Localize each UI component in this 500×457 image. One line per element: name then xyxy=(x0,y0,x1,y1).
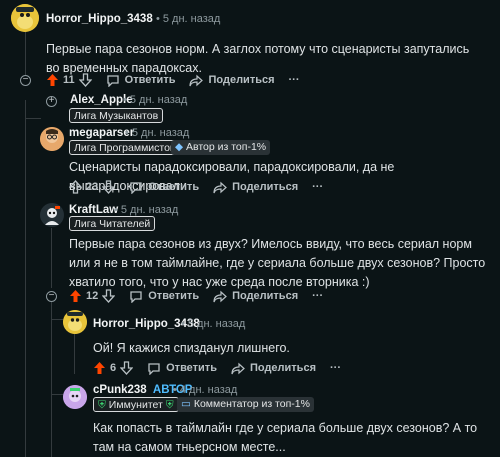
share-label: Поделиться xyxy=(232,181,299,193)
badge-label: Автор из топ-1% xyxy=(186,141,267,153)
share-label: Поделиться xyxy=(208,74,275,86)
avatar[interactable] xyxy=(40,127,64,151)
comment-actions: 6 Ответить Поделиться ··· xyxy=(93,359,355,377)
username-text: cPunk238 xyxy=(93,384,147,396)
reply-label: Ответить xyxy=(166,362,217,374)
time-text: 5 дн. назад xyxy=(187,318,246,330)
upvote-button[interactable]: 6 xyxy=(93,361,134,375)
timestamp: • 5 дн. назад xyxy=(125,127,190,139)
thread-line xyxy=(51,228,52,288)
reply-button[interactable]: Ответить xyxy=(129,181,199,194)
share-label: Поделиться xyxy=(249,362,316,374)
avatar[interactable] xyxy=(63,310,87,334)
upvote-icon xyxy=(94,362,105,374)
comment-icon xyxy=(130,290,142,303)
downvote-icon[interactable] xyxy=(102,289,116,303)
badge-label: Комментатор из топ-1% xyxy=(193,398,310,410)
more-icon: ··· xyxy=(330,362,341,374)
comment-badge-icon: ▭ xyxy=(181,398,191,410)
share-icon xyxy=(213,181,227,193)
timestamp: • 4 дн. назад xyxy=(173,384,238,396)
thread-line xyxy=(25,100,26,457)
avatar[interactable] xyxy=(40,203,64,227)
top-author-badge: ◆ Автор из топ-1% xyxy=(171,140,271,155)
vote-count: 12 xyxy=(86,290,99,302)
time-text: 5 дн. назад xyxy=(131,127,190,139)
thread-line xyxy=(51,300,52,457)
downvote-icon[interactable] xyxy=(102,180,116,194)
upvote-button[interactable]: 12 xyxy=(69,289,116,303)
share-button[interactable]: Поделиться xyxy=(231,362,316,375)
upvote-button[interactable]: 23 xyxy=(69,180,116,194)
more-options-button[interactable]: ··· xyxy=(330,362,341,374)
user-flair: Лига Программистов xyxy=(69,140,181,155)
upvote-icon xyxy=(70,290,81,302)
username[interactable]: Horror_Hippo_3438 xyxy=(46,13,153,25)
comment-body: Как попасть в таймлайн где у сериала бол… xyxy=(93,421,478,454)
thread-connector xyxy=(25,118,41,119)
expand-icon[interactable]: + xyxy=(46,96,57,107)
user-flair: Лига Читателей xyxy=(69,216,156,231)
share-icon xyxy=(213,290,227,302)
more-icon: ··· xyxy=(288,74,300,86)
reply-label: Ответить xyxy=(124,74,176,86)
share-button[interactable]: Поделиться xyxy=(189,74,275,87)
time-text: 4 дн. назад xyxy=(179,384,238,396)
vote-count: 23 xyxy=(86,181,99,193)
diamond-icon: ◆ xyxy=(175,141,184,153)
vote-count: 11 xyxy=(63,74,75,86)
share-label: Поделиться xyxy=(232,290,299,302)
thread-line xyxy=(74,334,75,374)
comment-actions: 11 Ответить Поделиться ··· xyxy=(46,71,314,89)
more-options-button[interactable]: ··· xyxy=(312,181,323,193)
time-text: 5 дн. назад xyxy=(162,13,221,25)
thread-connector xyxy=(51,394,63,395)
user-flair: Лига Музыкантов xyxy=(69,108,164,123)
shield-icon: ⛨ xyxy=(165,399,174,411)
comment-icon xyxy=(106,74,119,87)
collapse-icon[interactable]: − xyxy=(20,75,31,86)
vote-count: 6 xyxy=(110,362,117,374)
reply-button[interactable]: Ответить xyxy=(147,362,217,375)
reply-label: Ответить xyxy=(148,181,200,193)
comment-icon xyxy=(148,362,160,375)
top-commenter-badge: ▭ Комментатор из топ-1% xyxy=(177,397,314,412)
more-options-button[interactable]: ··· xyxy=(312,290,323,302)
reply-button[interactable]: Ответить xyxy=(106,74,176,87)
upvote-button[interactable]: 11 xyxy=(46,73,92,87)
more-options-button[interactable]: ··· xyxy=(289,74,300,86)
time-text: 5 дн. назад xyxy=(129,94,188,106)
share-button[interactable]: Поделиться xyxy=(213,290,298,303)
thread-connector xyxy=(51,319,63,320)
collapse-icon[interactable]: − xyxy=(46,291,57,302)
avatar[interactable] xyxy=(11,4,39,32)
more-icon: ··· xyxy=(312,290,324,302)
comment-body: Первые пара сезонов из двух? Имелось вви… xyxy=(69,237,486,289)
timestamp: • 5 дн. назад xyxy=(114,204,179,216)
share-icon xyxy=(189,74,204,86)
comment-actions: 23 Ответить Поделиться ··· xyxy=(69,178,337,196)
timestamp: • 5 дн. назад xyxy=(156,13,221,25)
comment-body: Ой! Я кажися спизданул лишнего. xyxy=(93,341,290,355)
upvote-icon xyxy=(47,74,58,86)
timestamp: • 5 дн. назад xyxy=(123,94,188,106)
comment-icon xyxy=(130,181,142,194)
more-icon: ··· xyxy=(312,181,324,193)
downvote-icon[interactable] xyxy=(78,73,92,87)
comment-actions: 12 Ответить Поделиться ··· xyxy=(69,287,337,305)
shield-icon: ⛨ xyxy=(98,399,106,411)
flair-label: Иммунитет xyxy=(108,399,163,411)
user-flair: ⛨ Иммунитет ⛨ xyxy=(93,397,179,412)
share-button[interactable]: Поделиться xyxy=(213,181,298,194)
upvote-icon xyxy=(69,180,82,194)
avatar[interactable] xyxy=(63,385,87,409)
reply-button[interactable]: Ответить xyxy=(129,290,199,303)
time-text: 5 дн. назад xyxy=(120,204,179,216)
downvote-icon[interactable] xyxy=(120,361,134,375)
share-icon xyxy=(231,362,245,374)
timestamp: • 5 дн. назад xyxy=(181,318,246,330)
reply-label: Ответить xyxy=(148,290,200,302)
